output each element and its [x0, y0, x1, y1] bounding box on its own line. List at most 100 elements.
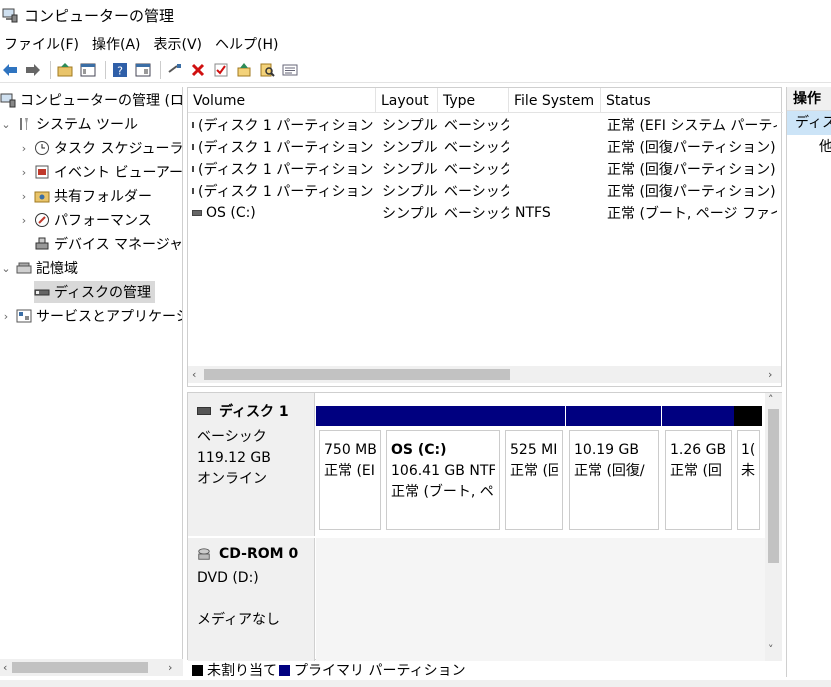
clock-icon [35, 141, 49, 155]
scroll-right-icon[interactable]: › [168, 659, 172, 676]
volume-name: (ディスク 1 パーティション 5) [198, 162, 376, 178]
table-row[interactable]: (ディスク 1 パーティション 1) シンプル ベーシック 正常 (EFI シス… [188, 114, 777, 136]
partition-name: OS (C:) [391, 442, 447, 458]
volume-name: (ディスク 1 パーティション 4) [198, 140, 376, 156]
actions-item-disk-management[interactable]: ディスク [787, 111, 831, 135]
scroll-left-icon[interactable]: ‹ [3, 659, 7, 676]
partition-bar [734, 406, 762, 426]
up-folder-icon[interactable] [55, 60, 75, 80]
toolbar-separator [160, 60, 161, 79]
volume-status: 正常 (EFI システム パーティシ [607, 118, 777, 134]
chevron-right-icon[interactable]: › [18, 214, 30, 227]
scrollbar-thumb[interactable] [204, 369, 510, 380]
partition-size: 1( [741, 442, 755, 458]
storage-icon [16, 262, 32, 274]
tree-item-disk-management[interactable]: ディスクの管理 [34, 281, 156, 303]
chevron-right-icon[interactable]: › [0, 310, 12, 323]
volume-type: ベーシック [444, 118, 509, 134]
legend: 未割り当て プライマリ パーティション [190, 660, 466, 680]
cdrom-label[interactable]: CD-ROM 0 DVD (D:) メディアなし [188, 538, 315, 661]
export-icon[interactable] [234, 60, 254, 80]
tree-item-label: タスク スケジューラ [54, 141, 183, 157]
menu-file[interactable]: ファイル(F) [0, 34, 83, 54]
toolbar-separator [50, 60, 51, 79]
partition-status: 正常 (EI [324, 463, 375, 479]
column-header-type[interactable]: Type [438, 88, 509, 113]
disk-size: 119.12 GB [197, 450, 271, 466]
menu-help[interactable]: ヘルプ(H) [211, 34, 282, 54]
help-icon[interactable]: ? [110, 60, 130, 80]
disk-status: オンライン [197, 471, 267, 487]
tree-item-root[interactable]: コンピューターの管理 (ローカ [0, 89, 182, 111]
menu-view[interactable]: 表示(V) [150, 34, 207, 54]
partition-block[interactable]: 1.26 GB 正常 (回 [662, 406, 734, 530]
partition-block[interactable]: OS (C:) 106.41 GB NTF 正常 (ブート, ペー [383, 406, 502, 530]
properties-icon[interactable] [133, 60, 153, 80]
table-row[interactable]: (ディスク 1 パーティション 5) シンプル ベーシック 正常 (回復パーティ… [188, 158, 777, 180]
partition-block[interactable]: 525 MI 正常 (回 [502, 406, 565, 530]
tree-item-label: システム ツール [36, 117, 139, 133]
tree-item-task-scheduler[interactable]: › タスク スケジューラ [18, 137, 183, 159]
volume-horizontal-scrollbar[interactable]: ‹ › [188, 366, 781, 383]
back-icon[interactable] [0, 60, 20, 80]
column-header-volume[interactable]: Volume [188, 88, 376, 113]
chevron-down-icon[interactable]: ⌄ [0, 262, 12, 275]
scroll-right-icon[interactable]: › [768, 366, 772, 383]
cdrom-drive: DVD (D:) [197, 570, 259, 586]
chevron-right-icon[interactable]: › [18, 190, 30, 203]
volume-name: (ディスク 1 パーティション 1) [198, 118, 376, 134]
legend-unallocated: 未割り当て [207, 663, 277, 679]
connect-icon[interactable] [165, 60, 185, 80]
tree-item-storage[interactable]: ⌄ 記憶域 [0, 257, 78, 279]
tree-horizontal-scrollbar[interactable]: ‹ › [0, 659, 183, 676]
partition-size: 10.19 GB [574, 442, 639, 458]
actions-item-other[interactable]: 他 [787, 135, 831, 159]
scrollbar-thumb[interactable] [12, 662, 148, 673]
legend-primary: プライマリ パーティション [294, 663, 466, 679]
volume-status: 正常 (回復パーティション) [607, 140, 776, 156]
scroll-up-icon[interactable]: ˄ [768, 393, 774, 406]
check-icon[interactable] [211, 60, 231, 80]
partition-block[interactable]: 10.19 GB 正常 (回復/ [566, 406, 661, 530]
cdrom-status: メディアなし [197, 612, 281, 628]
menu-action[interactable]: 操作(A) [88, 34, 145, 54]
tree-item-label: イベント ビューアー [54, 165, 183, 181]
delete-icon[interactable] [188, 60, 208, 80]
tree-item-event-viewer[interactable]: › イベント ビューアー [18, 161, 183, 183]
volume-list: Volume Layout Type File System Status (デ… [187, 87, 783, 387]
tree-item-device-manager[interactable]: デバイス マネージャー [34, 233, 182, 255]
disk-1-label[interactable]: ディスク 1 ベーシック 119.12 GB オンライン [188, 393, 315, 536]
volume-icon [192, 210, 202, 216]
tree-item-performance[interactable]: › パフォーマンス [18, 209, 152, 231]
cdrom-empty-area [316, 538, 765, 661]
tree-item-shared-folders[interactable]: › 共有フォルダー [18, 185, 152, 207]
column-header-status[interactable]: Status [601, 88, 783, 113]
tree-item-services[interactable]: › サービスとアプリケーション [0, 305, 182, 327]
forward-icon[interactable] [23, 60, 43, 80]
volume-icon [192, 144, 194, 150]
disk-management-icon [34, 289, 50, 296]
column-header-file-system[interactable]: File System [509, 88, 601, 113]
table-row[interactable]: (ディスク 1 パーティション 6) シンプル ベーシック 正常 (回復パーティ… [188, 180, 777, 202]
chevron-right-icon[interactable]: › [18, 166, 30, 179]
navigation-tree: コンピューターの管理 (ローカ ⌄ システム ツール › タスク スケジューラ … [0, 87, 183, 659]
partition-block-unallocated[interactable]: 1( 未 [734, 406, 762, 530]
scroll-down-icon[interactable]: ˅ [768, 643, 774, 656]
scroll-left-icon[interactable]: ‹ [192, 366, 196, 383]
volume-type: ベーシック [444, 206, 509, 222]
tree-item-system-tools[interactable]: ⌄ システム ツール [0, 113, 138, 135]
scrollbar-thumb[interactable] [768, 409, 779, 563]
table-row[interactable]: OS (C:) シンプル ベーシック NTFS 正常 (ブート, ページ ファイ… [188, 202, 777, 224]
partition-block[interactable]: 750 MB 正常 (EI [316, 406, 383, 530]
show-tree-icon[interactable] [78, 60, 98, 80]
disk-vertical-scrollbar[interactable]: ˄ ˅ [765, 393, 782, 661]
column-header-layout[interactable]: Layout [376, 88, 438, 113]
tree-item-label: パフォーマンス [54, 213, 152, 229]
search-icon[interactable] [257, 60, 277, 80]
table-row[interactable]: (ディスク 1 パーティション 4) シンプル ベーシック 正常 (回復パーティ… [188, 136, 777, 158]
volume-status: 正常 (回復パーティション) [607, 184, 776, 200]
details-icon[interactable] [280, 60, 300, 80]
chevron-down-icon[interactable]: ⌄ [0, 118, 12, 131]
chevron-right-icon[interactable]: › [18, 142, 30, 155]
volume-name: OS (C:) [206, 205, 256, 221]
